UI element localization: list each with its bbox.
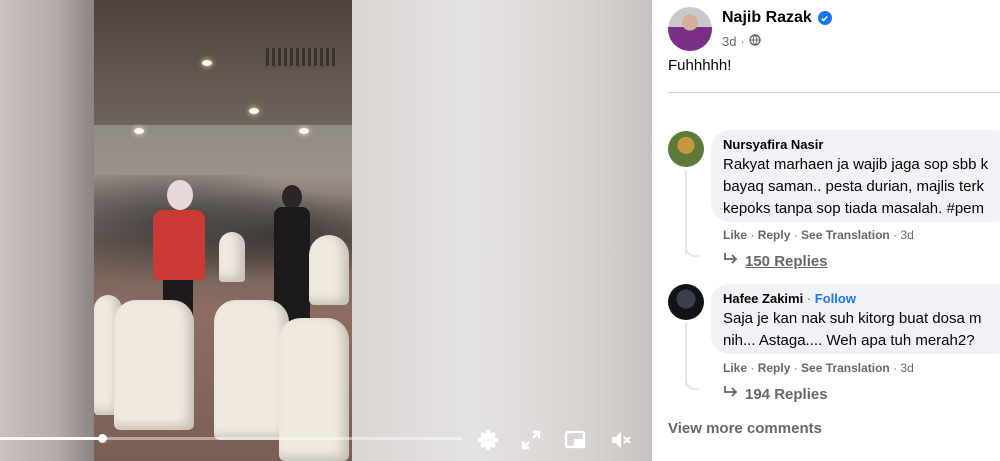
view-replies-button[interactable]: 150 Replies (723, 252, 828, 270)
progress-bar[interactable] (0, 434, 462, 443)
comment-bubble: Nursyafira Nasir Rakyat marhaen ja wajib… (711, 130, 1000, 222)
commenter-avatar[interactable] (668, 131, 704, 167)
post-text: Fuhhhhh! (668, 57, 732, 74)
meta-separator: · (740, 34, 745, 49)
thread-line (685, 170, 687, 254)
ceiling-light (299, 128, 309, 134)
thread-curve (685, 378, 699, 390)
commenter-name[interactable]: Nursyafira Nasir (723, 137, 999, 152)
progress-fill (0, 437, 102, 440)
video-controls (0, 425, 652, 461)
reply-arrow-icon (723, 385, 739, 403)
chair (114, 300, 194, 430)
comment-line: bayaq saman.. pesta durian, majlis terk (723, 178, 984, 195)
thread-curve (685, 245, 699, 257)
like-button[interactable]: Like (723, 228, 747, 242)
comment-actions: Like · Reply · See Translation · 3d (723, 228, 914, 242)
reply-arrow-icon (723, 252, 739, 270)
picture-in-picture-icon[interactable] (560, 425, 590, 455)
expand-icon[interactable] (516, 425, 546, 455)
ceiling-light (249, 108, 259, 114)
chair (219, 232, 245, 282)
comment-time[interactable]: 3d (900, 228, 913, 242)
comment-bubble: Hafee Zakimi · Follow Saja je kan nak su… (711, 284, 1000, 354)
follow-button[interactable]: Follow (815, 291, 856, 306)
comment-actions: Like · Reply · See Translation · 3d (723, 361, 914, 375)
view-more-comments-button[interactable]: View more comments (668, 420, 822, 437)
verified-badge-icon (817, 11, 832, 25)
comment-line: Saja je kan nak suh kitorg buat dosa m (723, 310, 982, 327)
author-name-text[interactable]: Najib Razak (722, 9, 812, 27)
comment-time[interactable]: 3d (900, 361, 913, 375)
replies-count[interactable]: 194 Replies (745, 386, 828, 403)
divider (668, 92, 1000, 93)
ceiling-light (202, 60, 212, 66)
post-time[interactable]: 3d (722, 34, 736, 49)
reply-button[interactable]: Reply (758, 228, 791, 242)
globe-icon (749, 34, 761, 49)
author-name[interactable]: Najib Razak (722, 9, 832, 27)
post-panel: Najib Razak 3d · Fuhhhhh! Nursyafira Nas… (652, 0, 1000, 461)
video-player[interactable] (0, 0, 652, 461)
reply-button[interactable]: Reply (758, 361, 791, 375)
comment-line: kepoks tanpa sop tiada masalah. #pem (723, 200, 984, 217)
see-translation-button[interactable]: See Translation (801, 361, 890, 375)
video-blur-left (0, 0, 94, 461)
author-avatar[interactable] (668, 7, 712, 51)
ceiling-light (134, 128, 144, 134)
progress-scrubber[interactable] (97, 434, 107, 443)
muted-speaker-icon[interactable] (606, 425, 636, 455)
chair (214, 300, 289, 440)
commenter-name[interactable]: Hafee Zakimi (723, 291, 803, 306)
comment-line: nih... Astaga.... Weh apa tuh merah2? (723, 332, 975, 349)
commenter-name-row: Hafee Zakimi · Follow (723, 291, 856, 306)
like-button[interactable]: Like (723, 361, 747, 375)
post-meta: 3d · (722, 34, 761, 49)
view-replies-button[interactable]: 194 Replies (723, 385, 828, 403)
comment-line: Rakyat marhaen ja wajib jaga sop sbb k (723, 156, 989, 173)
video-frame (94, 0, 352, 461)
see-translation-button[interactable]: See Translation (801, 228, 890, 242)
video-blur-right (352, 0, 652, 461)
gear-icon[interactable] (474, 425, 504, 455)
chair (309, 235, 349, 305)
commenter-avatar[interactable] (668, 284, 704, 320)
ceiling-vent (266, 48, 336, 66)
replies-count[interactable]: 150 Replies (745, 253, 828, 270)
